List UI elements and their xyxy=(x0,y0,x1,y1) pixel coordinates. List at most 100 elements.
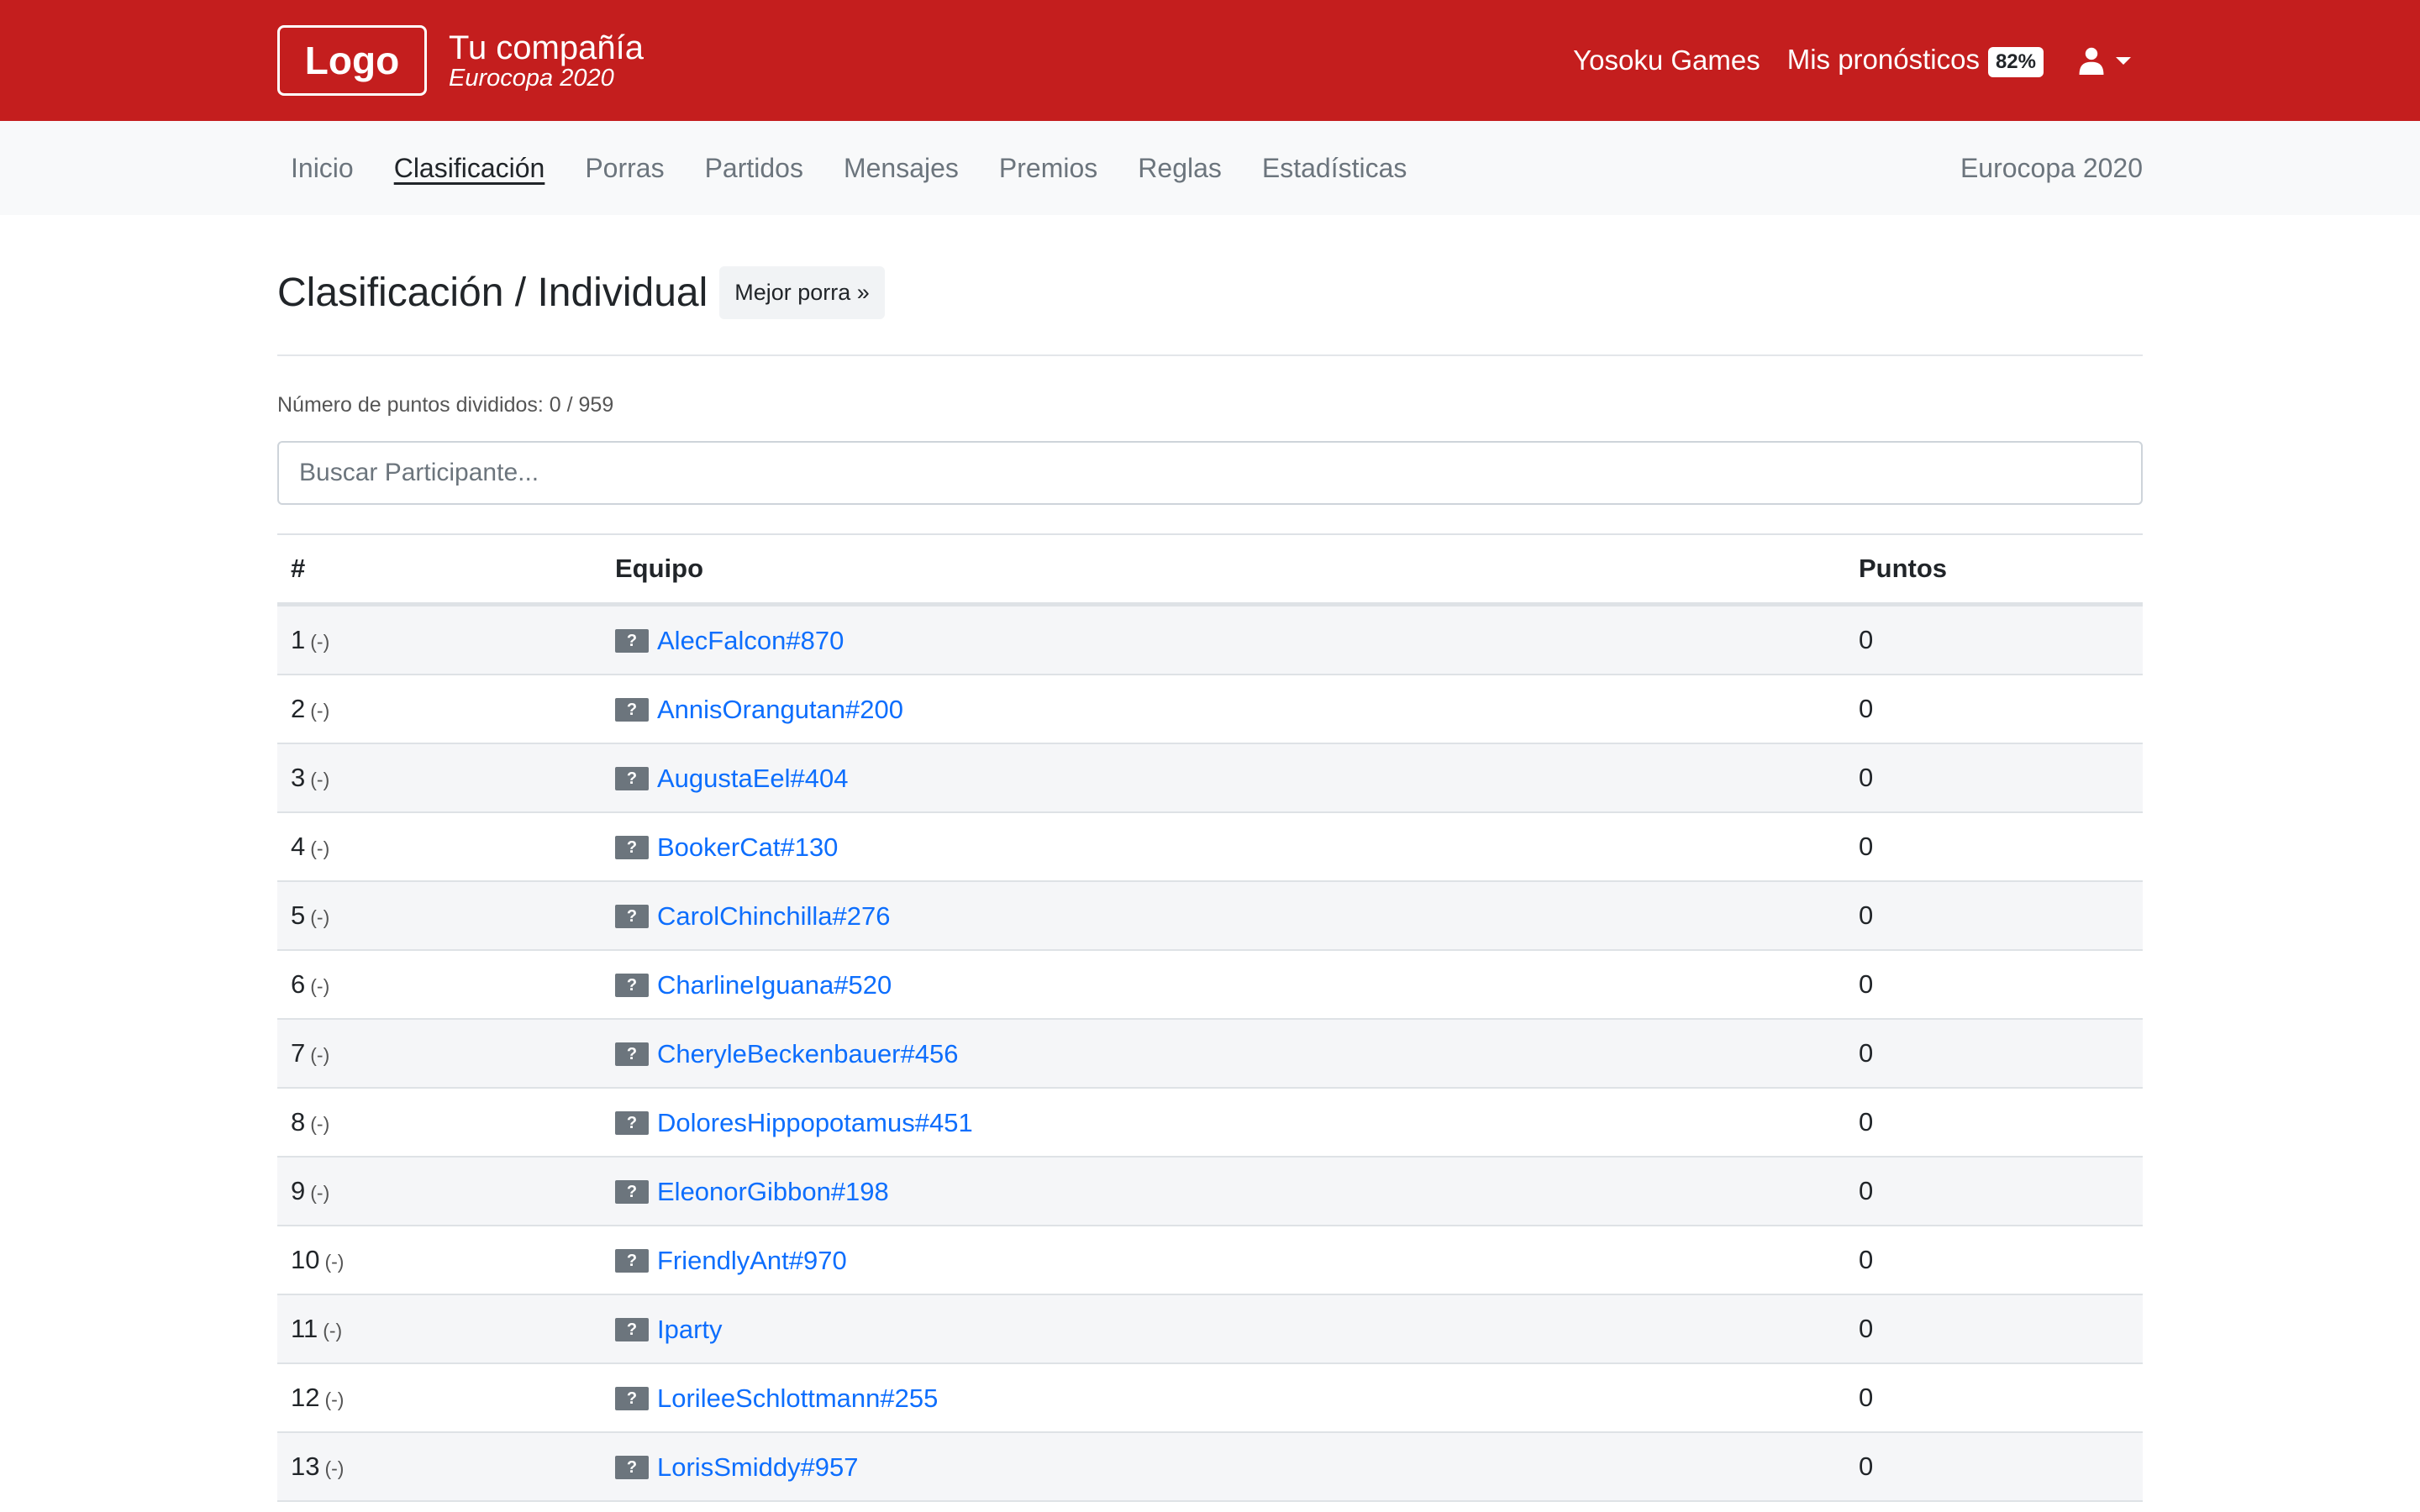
team-link[interactable]: Iparty xyxy=(657,1315,723,1344)
main-content: Clasificación / Individual Mejor porra »… xyxy=(277,215,2143,1502)
team-link[interactable]: FriendlyAnt#970 xyxy=(657,1246,847,1275)
nav-item-premios[interactable]: Premios xyxy=(986,153,1097,184)
rank-change: (-) xyxy=(310,1182,330,1204)
rank-change: (-) xyxy=(310,837,330,859)
rank-cell: 9 (-) xyxy=(277,1157,602,1226)
table-row: 4 (-)? BookerCat#130 0 xyxy=(277,812,2143,882)
rank-change: (-) xyxy=(324,1389,345,1410)
table-row: 1 (-)? AlecFalcon#870 0 xyxy=(277,604,2143,675)
participant-search-input[interactable] xyxy=(277,441,2143,505)
nav-item-estadisticas[interactable]: Estadísticas xyxy=(1249,153,1407,184)
yosoku-games-link[interactable]: Yosoku Games xyxy=(1573,45,1760,76)
table-row: 12 (-)? LorileeSchlottmann#255 0 xyxy=(277,1363,2143,1433)
my-predictions-label: Mis pronósticos xyxy=(1786,44,1980,76)
team-cell: ? CharlineIguana#520 xyxy=(602,950,1845,1020)
points-cell: 0 xyxy=(1845,1226,2143,1295)
user-menu-toggle[interactable] xyxy=(2077,46,2131,75)
unknown-flag-icon: ? xyxy=(615,904,649,928)
rank-cell: 7 (-) xyxy=(277,1019,602,1089)
unknown-flag-icon: ? xyxy=(615,835,649,859)
points-cell: 0 xyxy=(1845,1432,2143,1502)
rank-number: 12 xyxy=(291,1383,320,1412)
company-name: Tu compañía xyxy=(449,29,644,66)
nav-item-mensajes[interactable]: Mensajes xyxy=(830,153,959,184)
team-cell: ? LorileeSchlottmann#255 xyxy=(602,1363,1845,1433)
logo[interactable]: Logo xyxy=(277,25,427,96)
nav-item-partidos[interactable]: Partidos xyxy=(692,153,803,184)
team-cell: ? AnnisOrangutan#200 xyxy=(602,675,1845,744)
table-row: 13 (-)? LorisSmiddy#957 0 xyxy=(277,1432,2143,1502)
team-link[interactable]: CarolChinchilla#276 xyxy=(657,901,890,931)
team-link[interactable]: AugustaEel#404 xyxy=(657,764,849,793)
user-icon xyxy=(2079,47,2104,75)
nav-item-clasificacion[interactable]: Clasificación xyxy=(381,153,545,184)
team-link[interactable]: AnnisOrangutan#200 xyxy=(657,695,903,724)
rank-change: (-) xyxy=(310,700,330,722)
column-header-rank[interactable]: # xyxy=(277,533,602,606)
team-cell: ? AugustaEel#404 xyxy=(602,743,1845,813)
rank-number: 4 xyxy=(291,832,306,861)
table-row: 9 (-)? EleonorGibbon#198 0 xyxy=(277,1157,2143,1226)
rank-change: (-) xyxy=(310,906,330,928)
points-cell: 0 xyxy=(1845,743,2143,813)
top-nav: Yosoku Games Mis pronósticos 82% xyxy=(1546,44,2131,77)
team-cell: ? AlecFalcon#870 xyxy=(602,604,1845,675)
tournament-selector[interactable]: Eurocopa 2020 xyxy=(1960,153,2143,184)
team-link[interactable]: EleonorGibbon#198 xyxy=(657,1177,889,1206)
ranking-table: # Equipo Puntos 1 (-)? AlecFalcon#870 0 2 (-)… xyxy=(277,533,2143,1502)
team-link[interactable]: AlecFalcon#870 xyxy=(657,626,844,655)
rank-change: (-) xyxy=(324,1251,345,1273)
rank-number: 1 xyxy=(291,625,306,654)
team-cell: ? BookerCat#130 xyxy=(602,812,1845,882)
team-link[interactable]: CharlineIguana#520 xyxy=(657,970,892,1000)
rank-change: (-) xyxy=(310,975,330,997)
rank-number: 3 xyxy=(291,763,306,792)
rank-cell: 2 (-) xyxy=(277,675,602,744)
my-predictions-link[interactable]: Mis pronósticos 82% xyxy=(1786,44,2044,77)
best-porra-button[interactable]: Mejor porra » xyxy=(719,265,885,319)
rank-number: 7 xyxy=(291,1038,306,1068)
page-header: Clasificación / Individual Mejor porra » xyxy=(277,215,2143,328)
table-row: 3 (-)? AugustaEel#404 0 xyxy=(277,743,2143,813)
team-link[interactable]: DoloresHippopotamus#451 xyxy=(657,1108,973,1137)
points-cell: 0 xyxy=(1845,675,2143,744)
team-link[interactable]: CheryleBeckenbauer#456 xyxy=(657,1039,958,1068)
unknown-flag-icon: ? xyxy=(615,1455,649,1479)
team-link[interactable]: BookerCat#130 xyxy=(657,832,838,862)
unknown-flag-icon: ? xyxy=(615,973,649,997)
rank-cell: 5 (-) xyxy=(277,881,602,951)
rank-cell: 12 (-) xyxy=(277,1363,602,1433)
rank-cell: 4 (-) xyxy=(277,812,602,882)
points-cell: 0 xyxy=(1845,1157,2143,1226)
column-header-points[interactable]: Puntos xyxy=(1845,533,2143,606)
nav-item-porras[interactable]: Porras xyxy=(571,153,664,184)
points-cell: 0 xyxy=(1845,950,2143,1020)
rank-cell: 13 (-) xyxy=(277,1432,602,1502)
table-row: 6 (-)? CharlineIguana#520 0 xyxy=(277,950,2143,1020)
rank-cell: 8 (-) xyxy=(277,1088,602,1158)
ranking-table-body: 1 (-)? AlecFalcon#870 0 2 (-)? AnnisOrangutan#… xyxy=(277,604,2143,1502)
logo-text: Logo xyxy=(304,39,400,82)
nav-item-reglas[interactable]: Reglas xyxy=(1124,153,1222,184)
unknown-flag-icon: ? xyxy=(615,1248,649,1273)
chevron-down-icon xyxy=(2116,56,2131,65)
team-link[interactable]: LorileeSchlottmann#255 xyxy=(657,1383,938,1413)
rank-change: (-) xyxy=(310,1044,330,1066)
predictions-progress-badge: 82% xyxy=(1987,46,2044,77)
table-row: 5 (-)? CarolChinchilla#276 0 xyxy=(277,881,2143,951)
main-nav: Inicio Clasificación Porras Partidos Men… xyxy=(0,121,2420,215)
team-link[interactable]: LorisSmiddy#957 xyxy=(657,1452,859,1482)
unknown-flag-icon: ? xyxy=(615,697,649,722)
rank-number: 13 xyxy=(291,1452,320,1481)
rank-change: (-) xyxy=(310,769,330,790)
rank-cell: 1 (-) xyxy=(277,604,602,675)
brand: Tu compañía Eurocopa 2020 xyxy=(449,30,644,91)
points-cell: 0 xyxy=(1845,812,2143,882)
rank-number: 2 xyxy=(291,694,306,723)
rank-cell: 3 (-) xyxy=(277,743,602,813)
column-header-team[interactable]: Equipo xyxy=(602,533,1845,606)
table-row: 7 (-)? CheryleBeckenbauer#456 0 xyxy=(277,1019,2143,1089)
rank-cell: 6 (-) xyxy=(277,950,602,1020)
nav-item-inicio[interactable]: Inicio xyxy=(277,153,354,184)
rank-cell: 10 (-) xyxy=(277,1226,602,1295)
